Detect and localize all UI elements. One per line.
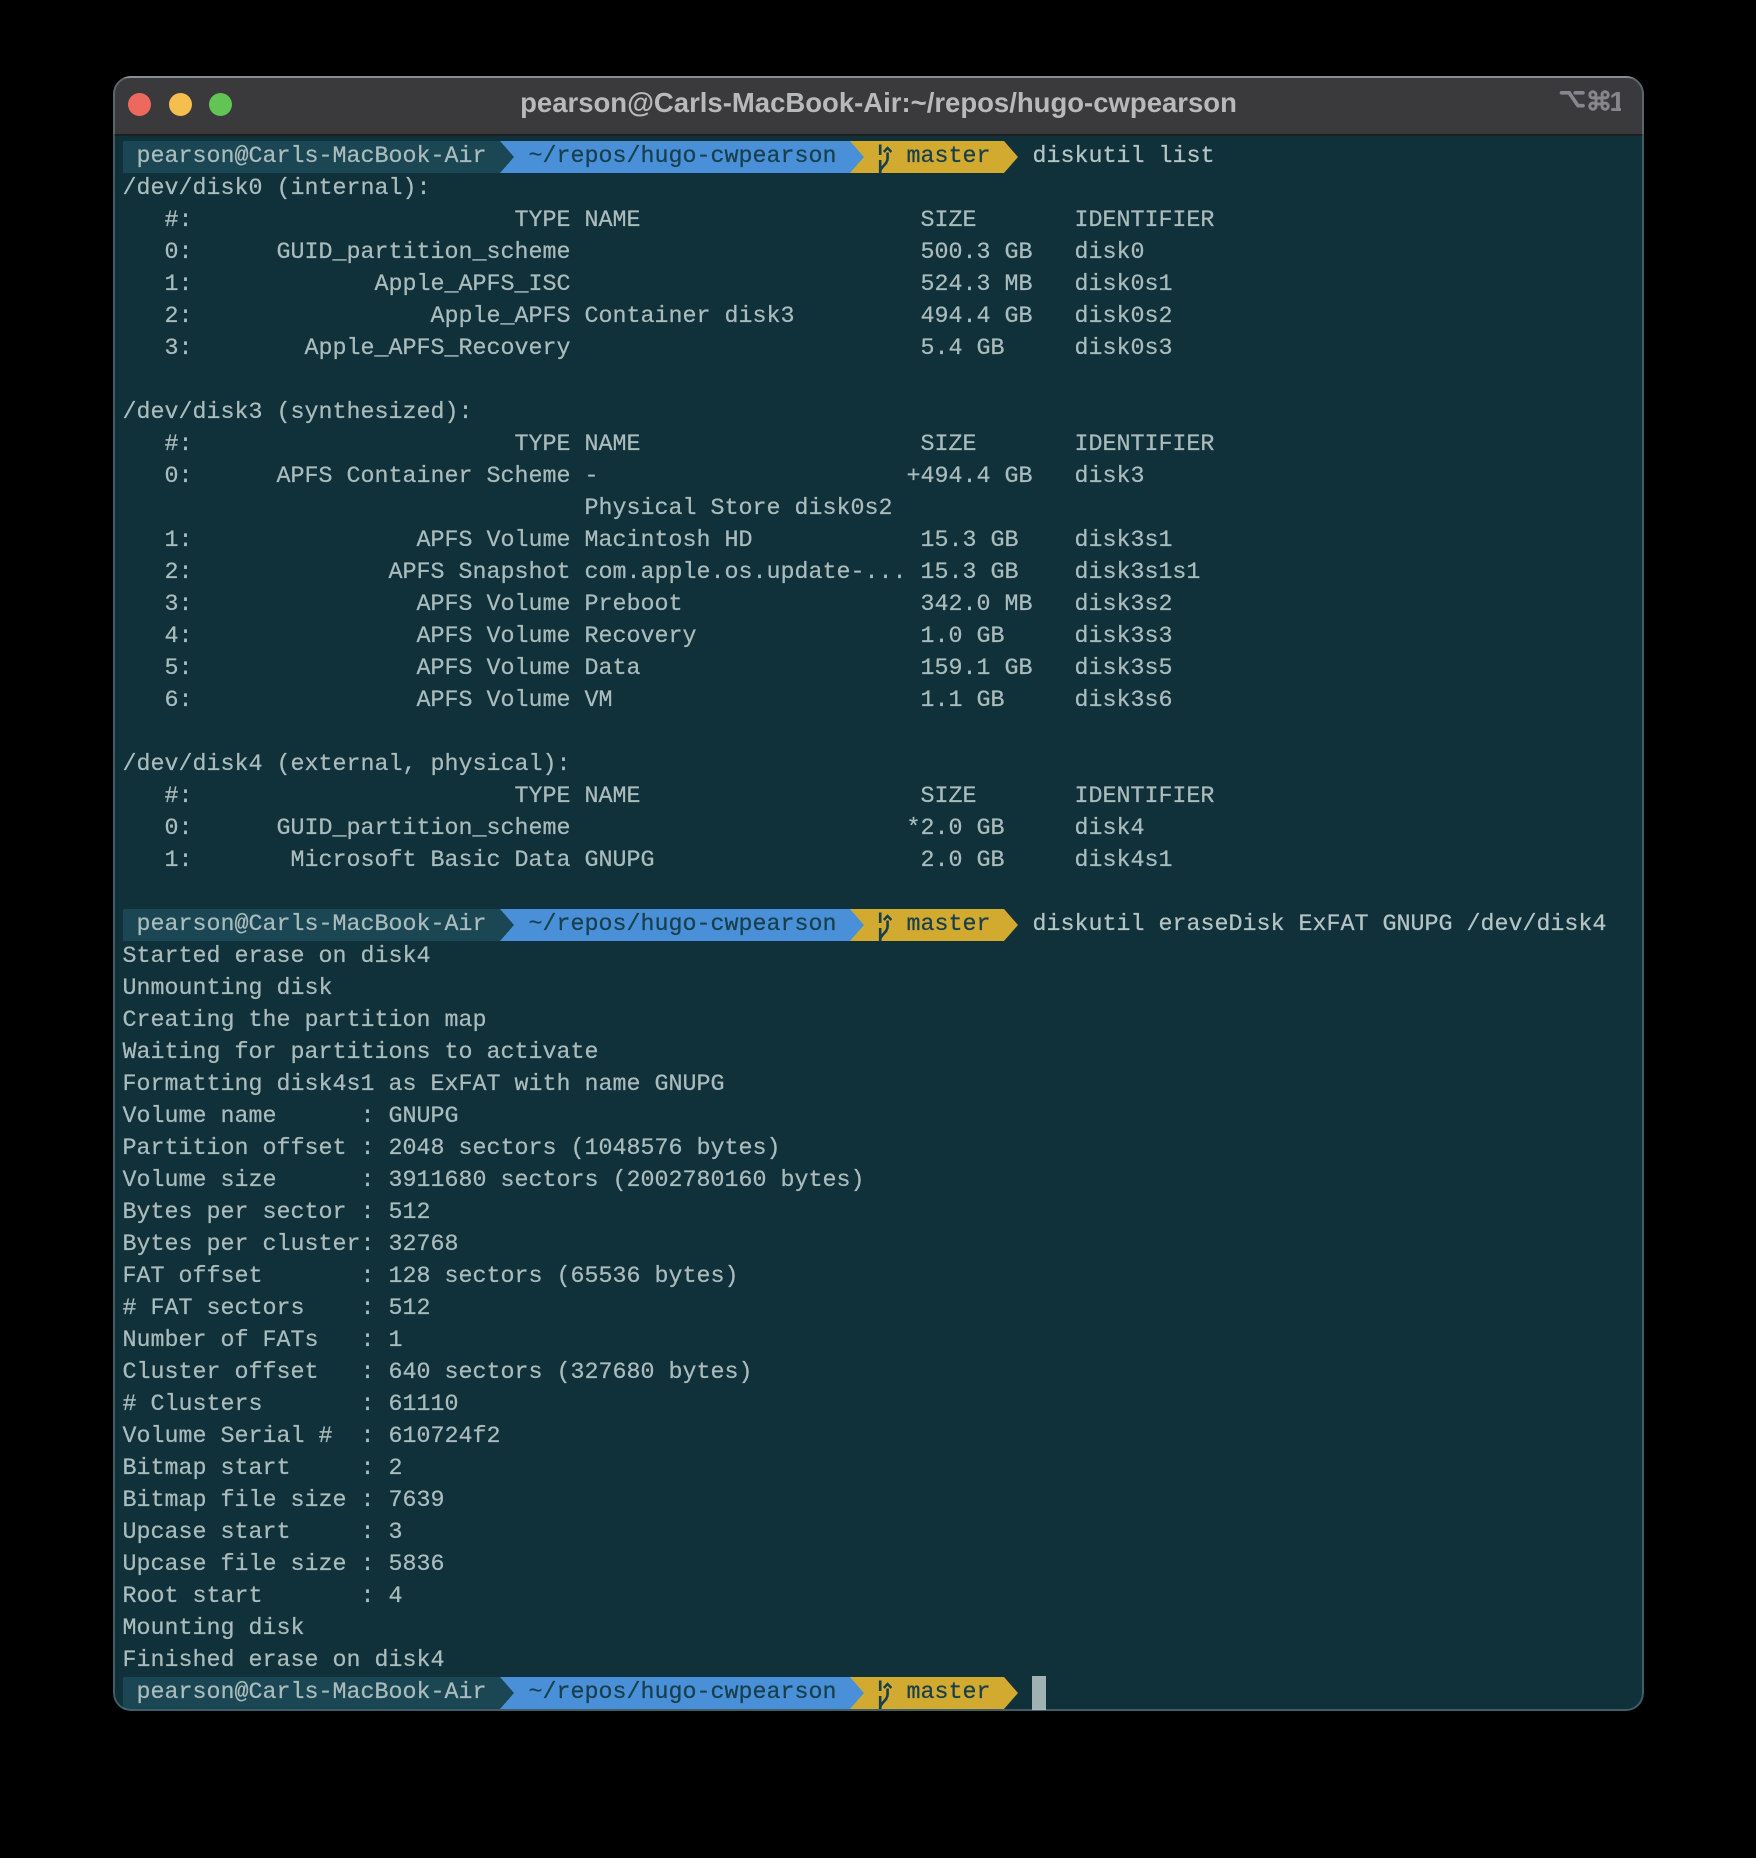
svg-text:1: 1 [1610,88,1622,114]
